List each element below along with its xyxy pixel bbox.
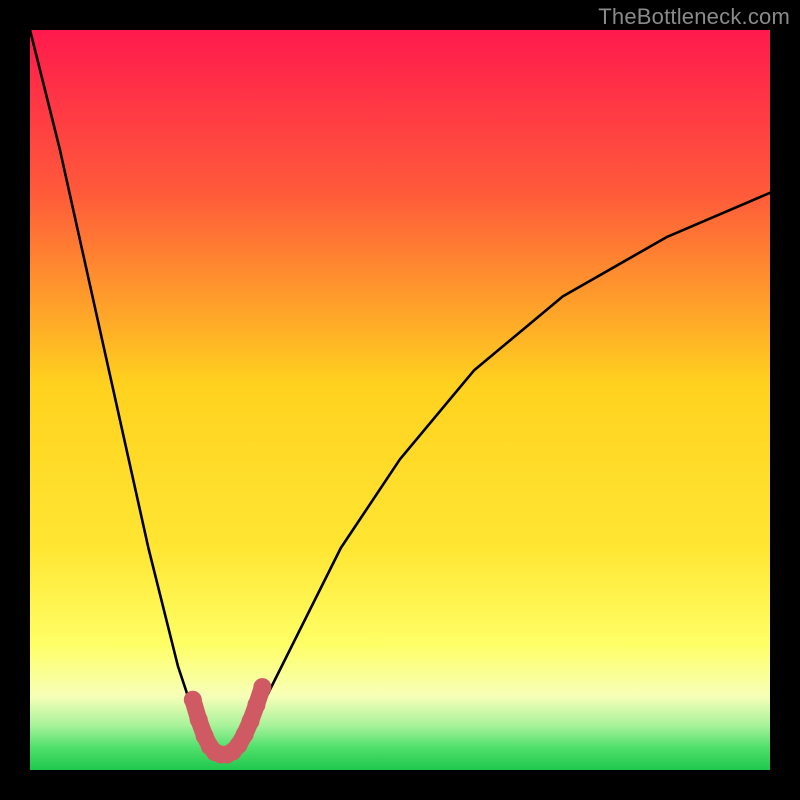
marker-dot — [253, 678, 271, 696]
marker-dot — [190, 711, 208, 729]
chart-frame — [30, 30, 770, 770]
watermark-label: TheBottleneck.com — [598, 4, 790, 30]
gradient-background — [30, 30, 770, 770]
bottleneck-chart — [30, 30, 770, 770]
marker-dot — [242, 712, 260, 730]
marker-dot — [184, 691, 202, 709]
marker-dot — [247, 696, 265, 714]
